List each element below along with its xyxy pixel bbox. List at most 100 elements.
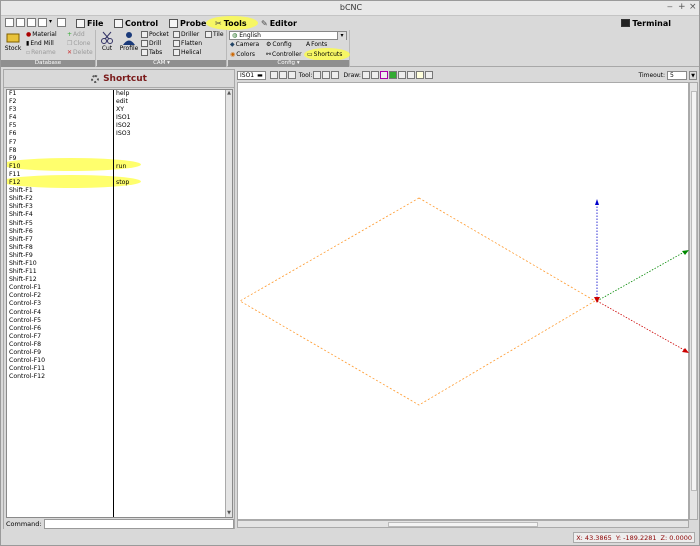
shortcut-value[interactable] — [114, 268, 229, 276]
shortcut-value[interactable] — [114, 276, 229, 284]
shortcut-value[interactable] — [114, 317, 229, 325]
delete-button[interactable]: ✕ Delete — [67, 49, 93, 56]
gcode-canvas[interactable] — [237, 82, 689, 520]
material-button[interactable]: ● Material — [26, 31, 57, 38]
draw-workarea-icon[interactable] — [397, 71, 406, 79]
shortcut-key[interactable]: Control-F9 — [7, 349, 113, 357]
shortcut-scrollbar[interactable]: ▲ ▼ — [225, 90, 232, 517]
tab-probe[interactable]: Probe — [169, 16, 206, 30]
driller-button[interactable]: Driller — [173, 31, 199, 38]
shortcut-key[interactable]: Shift-F10 — [7, 260, 113, 268]
shortcut-key[interactable]: F2 — [7, 98, 113, 106]
shortcut-value[interactable] — [114, 155, 229, 163]
shortcut-key[interactable]: F5 — [7, 122, 113, 130]
endmill-button[interactable]: ▮ End Mill — [26, 40, 54, 47]
shortcut-value[interactable] — [114, 365, 229, 373]
shortcut-value[interactable] — [114, 195, 229, 203]
shortcut-key[interactable]: Control-F8 — [7, 341, 113, 349]
ruler-tool-icon[interactable] — [331, 71, 340, 79]
scroll-up-icon[interactable]: ▲ — [226, 90, 232, 97]
shortcut-value[interactable] — [114, 171, 229, 179]
add-button[interactable]: + Add — [67, 31, 85, 38]
tile-button[interactable]: Tile — [205, 31, 224, 38]
shortcut-key[interactable]: Control-F10 — [7, 357, 113, 365]
shortcut-value[interactable] — [114, 309, 229, 317]
shortcut-value[interactable]: ISO2 — [114, 122, 229, 130]
open-file-icon[interactable] — [16, 18, 25, 27]
undo-icon[interactable] — [38, 18, 47, 27]
shortcut-key[interactable]: F8 — [7, 147, 113, 155]
draw-axes-icon[interactable] — [361, 71, 370, 79]
shortcut-value[interactable] — [114, 373, 229, 381]
shortcut-value[interactable]: XY — [114, 106, 229, 114]
shortcut-key[interactable]: F12 — [7, 179, 113, 187]
canvas-vertical-scrollbar[interactable] — [689, 82, 698, 520]
command-input[interactable] — [44, 519, 234, 529]
shortcut-value[interactable] — [114, 147, 229, 155]
shortcut-key[interactable]: F6 — [7, 130, 113, 138]
colors-button[interactable]: ◉ Colors — [230, 51, 255, 58]
pocket-button[interactable]: Pocket — [141, 31, 169, 38]
draw-grid-icon[interactable] — [370, 71, 379, 79]
minimize-button[interactable]: ‒ — [667, 2, 673, 12]
controller-button[interactable]: ⚯ Controller — [266, 51, 302, 58]
shortcut-key[interactable]: F11 — [7, 171, 113, 179]
scroll-down-icon[interactable]: ▼ — [226, 510, 232, 517]
stock-button[interactable]: Stock — [4, 31, 22, 52]
shortcut-key[interactable]: Control-F3 — [7, 300, 113, 308]
shortcut-key[interactable]: F7 — [7, 139, 113, 147]
shortcut-key[interactable]: Shift-F1 — [7, 187, 113, 195]
shortcut-value[interactable] — [114, 236, 229, 244]
rename-button[interactable]: ▫ Rename — [26, 49, 56, 56]
canvas-vscroll-thumb[interactable] — [691, 91, 697, 491]
shortcut-key[interactable]: Shift-F8 — [7, 244, 113, 252]
shortcut-value[interactable] — [114, 357, 229, 365]
shortcut-key[interactable]: Control-F4 — [7, 309, 113, 317]
terminal-button[interactable]: Terminal — [621, 16, 671, 30]
shortcut-value[interactable] — [114, 220, 229, 228]
shortcut-key[interactable]: Control-F7 — [7, 333, 113, 341]
shortcut-value[interactable]: ISO1 — [114, 114, 229, 122]
draw-paths-icon[interactable] — [406, 71, 415, 79]
cut-button[interactable]: Cut — [98, 31, 116, 52]
shortcut-value[interactable] — [114, 333, 229, 341]
shortcut-value[interactable] — [114, 325, 229, 333]
tab-control[interactable]: Control — [114, 16, 158, 30]
chevron-down-icon[interactable]: ▼ — [689, 70, 697, 80]
chevron-down-icon[interactable]: ▾ — [297, 60, 300, 66]
shortcut-key[interactable]: F1 — [7, 90, 113, 98]
shortcut-key[interactable]: Shift-F5 — [7, 220, 113, 228]
tab-editor[interactable]: ✎ Editor — [261, 16, 297, 30]
shortcut-key[interactable]: Control-F5 — [7, 317, 113, 325]
tab-tools[interactable]: ✂ Tools — [215, 16, 247, 30]
draw-rapid-icon[interactable] — [415, 71, 424, 79]
canvas-hscroll-thumb[interactable] — [388, 522, 538, 527]
drill-button[interactable]: Drill — [141, 40, 161, 47]
shortcut-value[interactable] — [114, 244, 229, 252]
maximize-button[interactable]: + — [678, 2, 686, 12]
chevron-down-icon[interactable]: ▾ — [167, 60, 170, 66]
shortcut-value[interactable]: edit — [114, 98, 229, 106]
shortcut-value[interactable] — [114, 203, 229, 211]
shortcut-value[interactable] — [114, 139, 229, 147]
flatten-button[interactable]: Flatten — [173, 40, 202, 47]
shortcut-key[interactable]: Shift-F4 — [7, 211, 113, 219]
tab-file[interactable]: File — [76, 16, 103, 30]
shortcut-value[interactable]: run — [114, 163, 229, 171]
zoom-fit-icon[interactable] — [287, 71, 296, 79]
shortcut-value[interactable] — [114, 211, 229, 219]
undo-dropdown-icon[interactable]: ▾ — [49, 18, 55, 27]
shortcut-value[interactable] — [114, 252, 229, 260]
shortcut-value[interactable]: help — [114, 90, 229, 98]
shortcut-key[interactable]: Control-F2 — [7, 292, 113, 300]
shortcut-value[interactable] — [114, 292, 229, 300]
shortcut-value[interactable]: stop — [114, 179, 229, 187]
shortcut-key[interactable]: Shift-F11 — [7, 268, 113, 276]
shortcut-value[interactable] — [114, 349, 229, 357]
clone-button[interactable]: ❐ Clone — [67, 40, 90, 47]
shortcut-value[interactable] — [114, 187, 229, 195]
timeout-input[interactable]: 5 — [667, 70, 687, 80]
profile-button[interactable]: Profile — [118, 31, 140, 52]
shortcut-key[interactable]: Control-F6 — [7, 325, 113, 333]
zoom-in-icon[interactable] — [269, 71, 278, 79]
